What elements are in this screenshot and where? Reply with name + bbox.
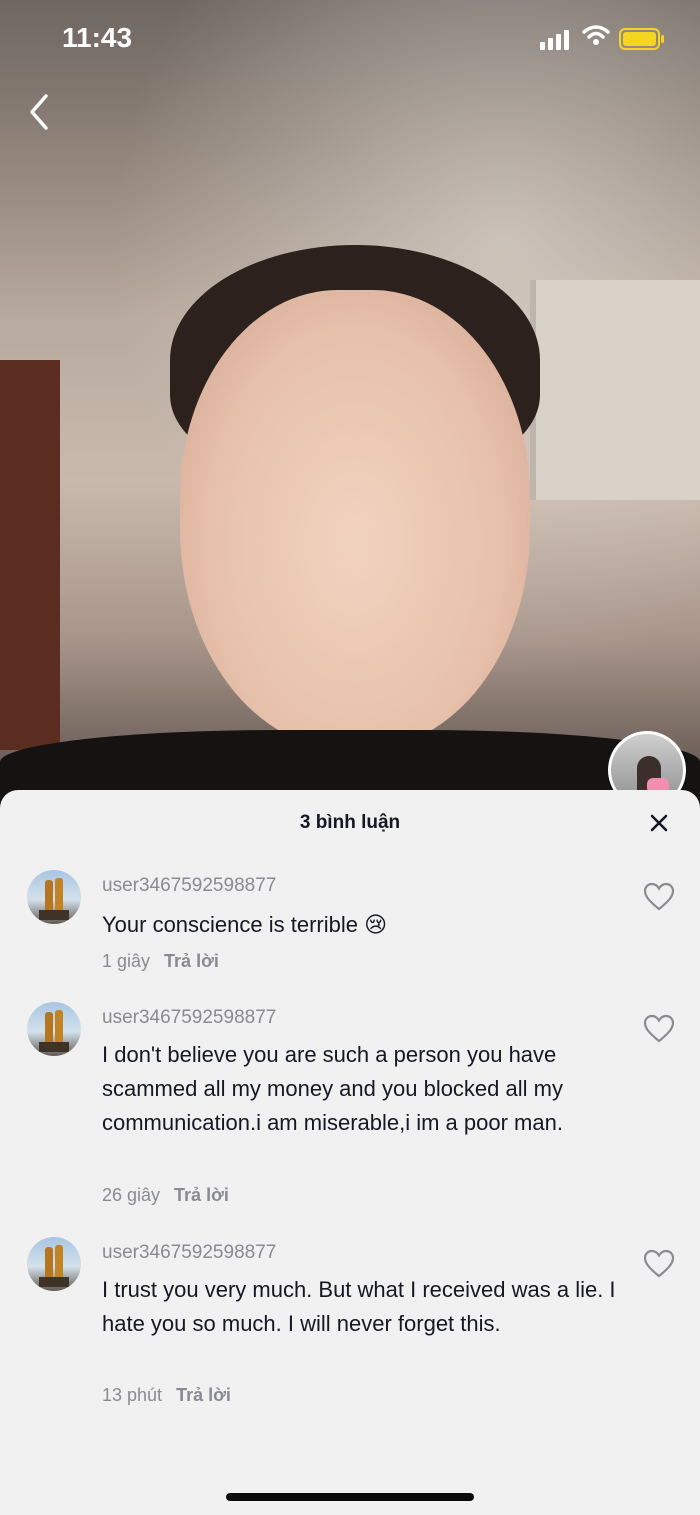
comment-username[interactable]: user3467592598877	[102, 1007, 276, 1029]
close-icon[interactable]	[646, 810, 672, 836]
video-door	[0, 360, 60, 750]
avatar[interactable]	[27, 1237, 81, 1291]
comment-time: 1 giây	[102, 951, 151, 971]
video-cabinet	[530, 280, 700, 500]
wifi-icon	[582, 25, 610, 45]
comment-text: Your conscience is terrible 😢	[102, 912, 388, 937]
comment-text: I trust you very much. But what I receiv…	[102, 1277, 616, 1336]
back-chevron-icon[interactable]	[26, 92, 52, 132]
comment-time: 26 giây	[102, 1185, 161, 1205]
comments-sheet: 3 bình luận user3467592598877 Your consc…	[0, 790, 700, 1515]
battery-icon	[619, 28, 664, 50]
comment-meta: 13 phút Trả lời	[102, 1385, 231, 1406]
status-bar: 11:43	[0, 18, 700, 62]
home-indicator	[226, 1493, 474, 1501]
avatar[interactable]	[27, 870, 81, 924]
comment-username[interactable]: user3467592598877	[102, 1242, 276, 1264]
comment-time: 13 phút	[102, 1385, 163, 1405]
comments-count-title: 3 bình luận	[299, 812, 401, 833]
heart-icon[interactable]	[643, 882, 675, 912]
reply-button[interactable]: Trả lời	[174, 1185, 229, 1205]
heart-icon[interactable]	[643, 1249, 675, 1279]
avatar[interactable]	[27, 1002, 81, 1056]
comment-username[interactable]: user3467592598877	[102, 875, 276, 897]
reply-button[interactable]: Trả lời	[176, 1385, 231, 1405]
heart-icon[interactable]	[643, 1014, 675, 1044]
comment-meta: 1 giây Trả lời	[102, 951, 219, 972]
comment-text: I don't believe you are such a person yo…	[102, 1042, 563, 1135]
video-person-face	[180, 290, 530, 750]
reply-button[interactable]: Trả lời	[164, 951, 219, 971]
signal-icon	[540, 30, 569, 50]
comment-meta: 26 giây Trả lời	[102, 1185, 229, 1206]
status-time: 11:43	[62, 22, 133, 53]
